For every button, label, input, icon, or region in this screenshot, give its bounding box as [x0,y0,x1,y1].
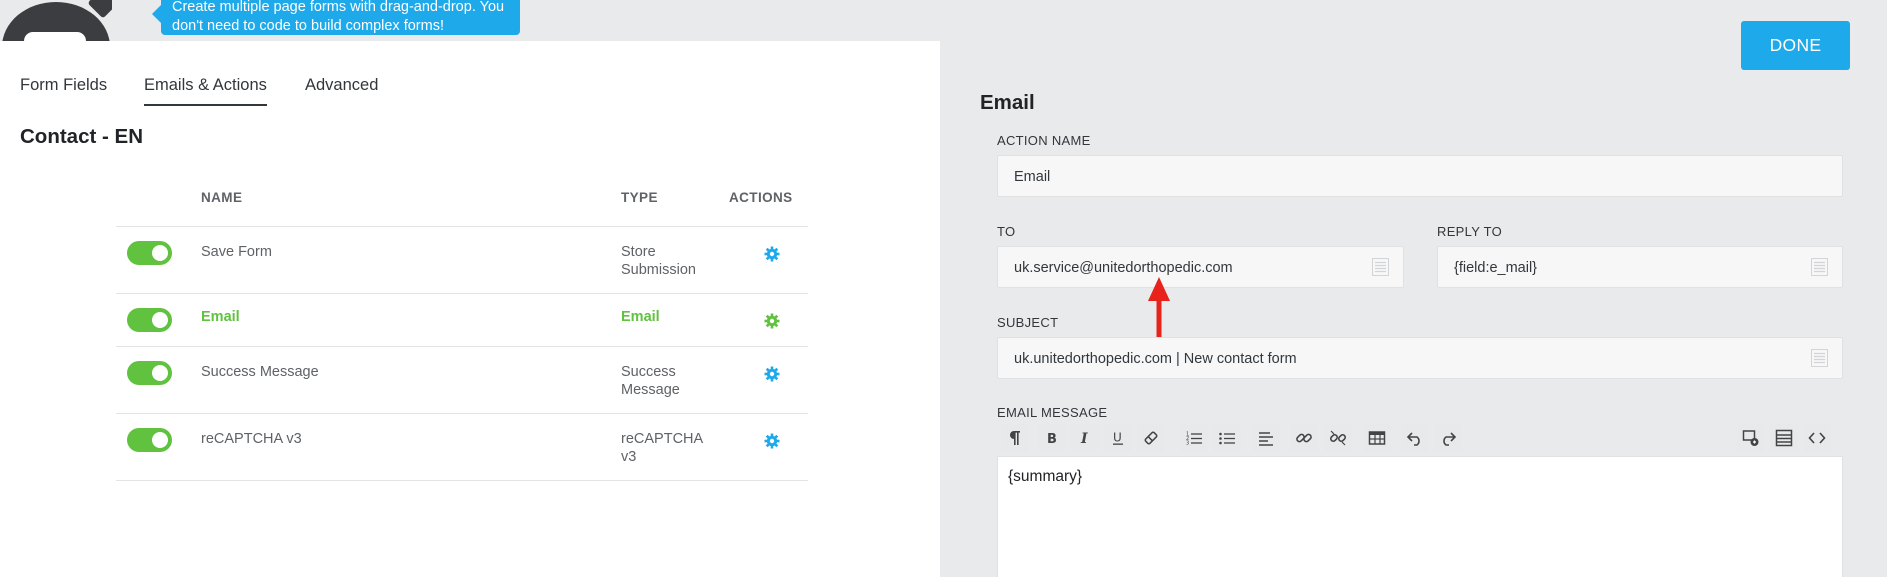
underline-icon[interactable]: U [1104,424,1132,452]
redo-icon[interactable] [1434,424,1462,452]
promo-tooltip-line-2: don't need to code to build complex form… [172,18,444,34]
table-icon[interactable] [1363,424,1391,452]
unordered-list-icon[interactable] [1213,424,1241,452]
reply-to-input[interactable]: {field:e_mail} [1437,246,1843,288]
ordered-list-icon[interactable]: 123 [1180,424,1208,452]
gear-icon[interactable] [764,313,780,329]
action-name[interactable]: Email [201,309,240,325]
bold-icon[interactable]: B [1038,424,1066,452]
action-name[interactable]: reCAPTCHA v3 [201,431,302,447]
unlink-icon[interactable] [1324,424,1352,452]
merge-tag-icon[interactable] [1811,349,1828,367]
gear-icon[interactable] [764,433,780,449]
promo-tooltip: Create multiple page forms with drag-and… [152,0,520,35]
column-header-actions: ACTIONS [729,190,793,205]
enable-toggle[interactable] [127,241,172,265]
merge-tag-icon[interactable] [1372,258,1389,276]
email-message-editor[interactable]: {summary} [997,456,1843,577]
action-name-label: ACTION NAME [997,133,1091,148]
subject-label: SUBJECT [997,315,1059,330]
done-button[interactable]: DONE [1741,21,1850,70]
column-header-name: NAME [201,190,243,205]
tab-emails-actions[interactable]: Emails & Actions [144,76,267,106]
subject-value: uk.unitedorthopedic.com | New contact fo… [1014,351,1297,367]
to-label: TO [997,224,1016,239]
ninja-logo [0,0,112,41]
action-name-input[interactable]: Email [997,155,1843,197]
gear-icon[interactable] [764,246,780,262]
media-icon[interactable] [1737,424,1765,452]
reply-to-label: REPLY TO [1437,224,1503,239]
svg-text:I: I [1080,431,1088,447]
action-name[interactable]: Success Message [201,364,319,380]
paragraph-icon[interactable] [1001,424,1029,452]
action-type: Email [621,309,660,325]
action-type: reCAPTCHA v3 [621,431,703,465]
enable-toggle[interactable] [127,308,172,332]
table-row[interactable]: Email Email [116,294,808,347]
action-name[interactable]: Save Form [201,244,272,260]
table-row[interactable]: Success Message Success Message [116,347,808,414]
toggle-knob [152,432,168,448]
reply-to-value: {field:e_mail} [1454,260,1538,276]
toggle-knob [152,312,168,328]
toggle-knob [152,245,168,261]
action-type: Success Message [621,364,680,398]
form-title: Contact - EN [20,125,143,148]
eraser-icon[interactable] [1137,424,1165,452]
undo-icon[interactable] [1401,424,1429,452]
promo-tooltip-line-1: Create multiple page forms with drag-and… [172,0,505,15]
link-icon[interactable] [1290,424,1318,452]
editor-toolbar: B I U 123 [997,424,1842,454]
table-row[interactable]: Save Form Store Submission [116,227,808,294]
column-header-type: TYPE [621,190,658,205]
red-arrow-annotation [1148,277,1170,342]
align-left-icon[interactable] [1252,424,1280,452]
tab-form-fields[interactable]: Form Fields [20,76,107,104]
table-row[interactable]: reCAPTCHA v3 reCAPTCHA v3 [116,414,808,481]
tab-advanced[interactable]: Advanced [305,76,378,104]
code-icon[interactable] [1803,424,1831,452]
merge-tags-icon[interactable] [1770,424,1798,452]
subject-input[interactable]: uk.unitedorthopedic.com | New contact fo… [997,337,1843,379]
gear-icon[interactable] [764,366,780,382]
italic-icon[interactable]: I [1071,424,1099,452]
to-value: uk.service@unitedorthopedic.com [1014,260,1233,276]
toggle-knob [152,365,168,381]
svg-text:3: 3 [1186,441,1189,447]
email-message-label: EMAIL MESSAGE [997,405,1108,420]
to-input[interactable]: uk.service@unitedorthopedic.com [997,246,1404,288]
drawer-title: Email [980,91,1035,114]
action-type: Store Submission [621,244,696,278]
enable-toggle[interactable] [127,361,172,385]
svg-text:B: B [1047,432,1057,447]
merge-tag-icon[interactable] [1811,258,1828,276]
svg-text:U: U [1113,431,1122,445]
enable-toggle[interactable] [127,428,172,452]
